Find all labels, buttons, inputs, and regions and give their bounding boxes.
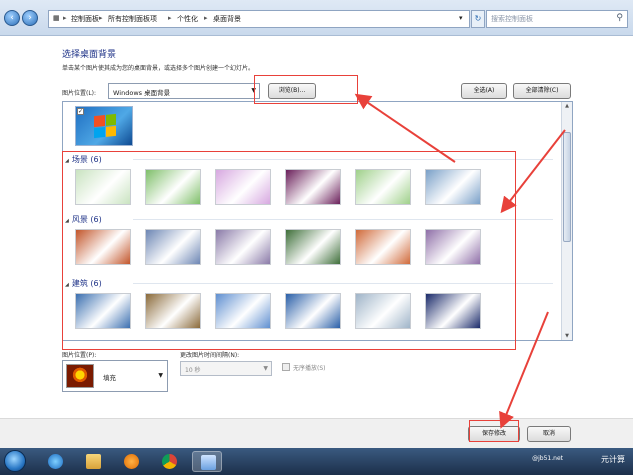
breadcrumb-item[interactable]: 桌面背景 [213,14,241,24]
vertical-scrollbar[interactable]: ▲ ▼ [561,102,572,340]
interval-value: 10 秒 [185,367,201,374]
taskbar-chrome[interactable] [154,451,184,472]
picture-location-select[interactable]: Windows 桌面背景 ▼ [108,83,260,99]
media-player-icon [124,454,139,469]
scroll-down-icon[interactable]: ▼ [562,333,572,339]
picture-position-value: 填充 [103,374,116,382]
windows-default-wallpaper[interactable]: ✓ [75,106,133,146]
chrome-icon [162,454,177,469]
tray-text: 元计算 [601,455,625,464]
shuffle-checkbox[interactable] [282,363,290,371]
breadcrumb-separator-icon: ▸ [63,14,67,22]
picture-location-label: 图片位置(L): [62,90,97,97]
taskbar-media-player[interactable] [116,451,146,472]
annotation-box-save [469,420,519,442]
back-button[interactable]: ‹ [4,10,20,26]
interval-label: 更改图片时间间隔(N): [180,352,240,359]
clear-all-button[interactable]: 全部清除(C) [513,83,571,99]
search-input[interactable]: 搜索控制面板 ⚲ [486,10,628,28]
picture-position-label: 图片位置(P): [62,352,97,359]
breadcrumb-item[interactable]: 控制面板 [71,14,99,24]
forward-button[interactable]: › [22,10,38,26]
control-panel-icon: ▦ [53,14,60,22]
breadcrumb-item[interactable]: 个性化 [177,14,198,24]
search-placeholder: 搜索控制面板 [491,15,533,23]
breadcrumb-separator-icon: ▸ [99,14,103,22]
scroll-up-icon[interactable]: ▲ [562,103,572,109]
shuffle-label: 无序播放(S) [293,365,326,372]
internet-explorer-icon [48,454,63,469]
windows-logo-icon [94,113,116,139]
page-title: 选择桌面背景 [62,50,117,60]
chevron-down-icon[interactable]: ▾ [459,14,463,22]
page-description: 单击某个图片使其成为您的桌面背景，或选择多个图片创建一个幻灯片。 [62,65,255,72]
taskbar: @jb51.net 元计算 [0,448,633,475]
taskbar-explorer[interactable] [78,451,108,472]
breadcrumb-item[interactable]: 所有控制面板项 [108,14,157,24]
select-all-button[interactable]: 全选(A) [461,83,507,99]
checkbox-checked-icon[interactable]: ✓ [77,108,84,115]
tray-watermark: @jb51.net [532,455,563,462]
address-bar: ‹ › ▦ ▸ 控制面板 ▸ 所有控制面板项 ▸ 个性化 ▸ 桌面背景 ▾ ↻ … [0,0,633,36]
breadcrumb-separator-icon: ▸ [204,14,208,22]
taskbar-ie[interactable] [40,451,70,472]
picture-position-select[interactable]: 填充 ▼ [62,360,168,392]
taskbar-control-panel[interactable] [192,451,222,472]
cancel-button[interactable]: 取消 [527,426,571,442]
chevron-down-icon: ▼ [158,372,163,379]
breadcrumb-separator-icon: ▸ [168,14,172,22]
interval-select[interactable]: 10 秒 ▼ [180,361,272,376]
annotation-box-thumbnails [62,151,516,350]
breadcrumb[interactable]: ▦ ▸ 控制面板 ▸ 所有控制面板项 ▸ 个性化 ▸ 桌面背景 ▾ [48,10,470,28]
folder-icon [86,454,101,469]
fill-preview-image [66,364,94,388]
scrollbar-thumb[interactable] [563,132,571,242]
annotation-box-browse [254,75,358,104]
refresh-icon[interactable]: ↻ [471,10,485,28]
search-icon: ⚲ [616,13,623,23]
control-panel-icon [201,455,216,470]
start-button[interactable] [4,450,26,472]
chevron-down-icon: ▼ [263,365,268,372]
picture-location-value: Windows 桌面背景 [113,89,171,97]
